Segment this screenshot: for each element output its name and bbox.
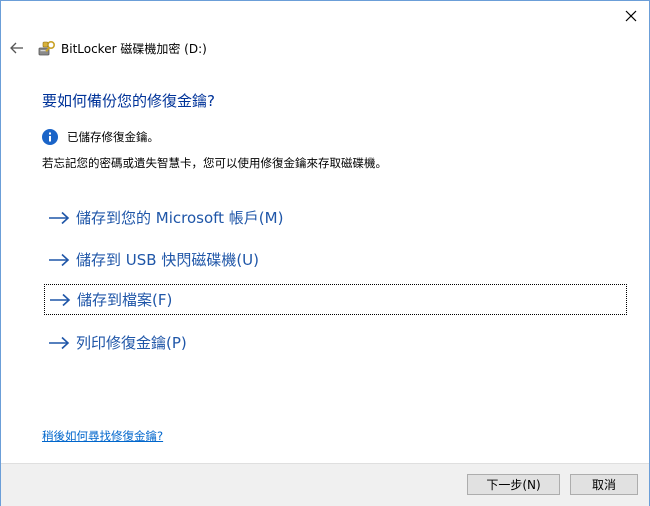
option-label: 列印修復金鑰(P) (76, 334, 187, 352)
back-button[interactable] (6, 37, 28, 59)
dialog-footer: 下一步(N) 取消 (1, 463, 649, 506)
bitlocker-dialog: BitLocker 磁碟機加密 (D:) 要如何備份您的修復金鑰? 已儲存修復金… (0, 0, 650, 506)
info-icon (42, 129, 58, 145)
option-label: 儲存到 USB 快閃磁碟機(U) (76, 251, 260, 269)
arrow-right-icon (50, 293, 71, 306)
option-label: 儲存到您的 Microsoft 帳戶(M) (76, 209, 284, 227)
info-message: 已儲存修復金鑰。 (67, 130, 159, 144)
help-link-find-key[interactable]: 稍後如何尋找修復金鑰? (42, 428, 163, 444)
option-save-file[interactable]: 儲存到檔案(F) (44, 284, 627, 315)
next-button[interactable]: 下一步(N) (467, 474, 560, 495)
option-label: 儲存到檔案(F) (77, 291, 173, 309)
option-print-key[interactable]: 列印修復金鑰(P) (44, 327, 627, 358)
close-button[interactable] (613, 1, 649, 31)
option-save-microsoft-account[interactable]: 儲存到您的 Microsoft 帳戶(M) (44, 202, 627, 233)
close-icon (625, 10, 637, 22)
window-title: BitLocker 磁碟機加密 (D:) (61, 42, 207, 56)
bitlocker-drive-icon (38, 40, 56, 56)
description-text: 若忘記您的密碼或遺失智慧卡，您可以使用修復金鑰來存取磁碟機。 (42, 156, 387, 170)
arrow-right-icon (49, 336, 70, 349)
arrow-right-icon (49, 253, 70, 266)
arrow-right-icon (49, 211, 70, 224)
page-heading: 要如何備份您的修復金鑰? (42, 92, 215, 110)
back-arrow-icon (10, 42, 23, 54)
option-save-usb[interactable]: 儲存到 USB 快閃磁碟機(U) (44, 244, 627, 275)
cancel-button[interactable]: 取消 (570, 474, 638, 495)
